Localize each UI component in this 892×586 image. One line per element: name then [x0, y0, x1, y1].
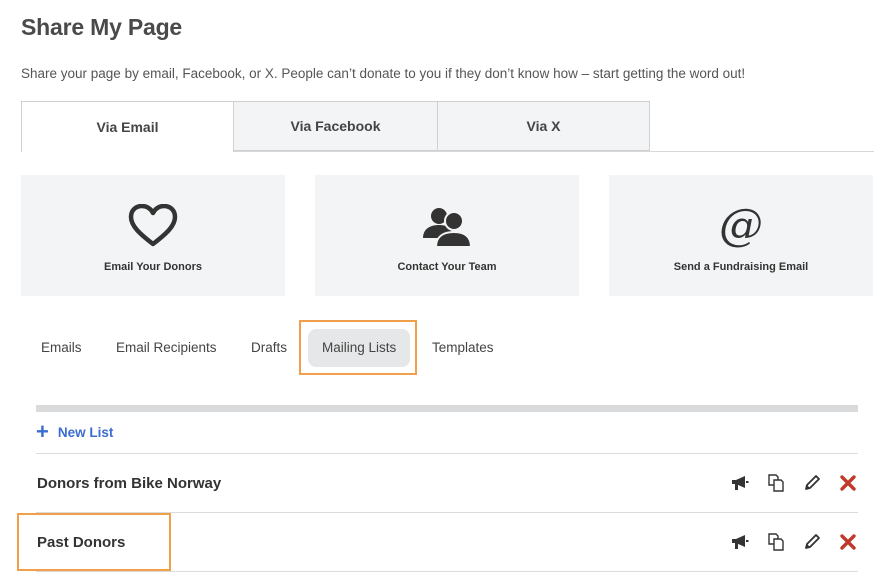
- team-icon: [315, 201, 579, 251]
- at-sign-icon: @: [719, 200, 763, 251]
- edit-pencil-icon[interactable]: [802, 473, 822, 493]
- send-fundraising-email-card[interactable]: @ Send a Fundraising Email: [609, 175, 873, 296]
- row-actions: [714, 473, 858, 493]
- tab-via-facebook[interactable]: Via Facebook: [233, 101, 438, 151]
- row-actions: [714, 532, 858, 552]
- contact-your-team-card[interactable]: Contact Your Team: [315, 175, 579, 296]
- subtab-emails[interactable]: Emails: [41, 340, 82, 355]
- card-label: Send a Fundraising Email: [673, 261, 809, 273]
- divider: [36, 571, 858, 572]
- edit-pencil-icon[interactable]: [802, 532, 822, 552]
- list-header-bar: [36, 405, 858, 412]
- list-item: Donors from Bike Norway: [36, 454, 858, 512]
- megaphone-icon[interactable]: [730, 473, 750, 493]
- tabs-baseline: [233, 151, 874, 152]
- page-subtitle: Share your page by email, Facebook, or X…: [21, 66, 746, 81]
- new-list-button[interactable]: + New List: [36, 419, 114, 444]
- heart-icon: [21, 201, 285, 251]
- card-label: Contact Your Team: [397, 261, 497, 273]
- subtab-email-recipients[interactable]: Email Recipients: [116, 340, 217, 355]
- megaphone-icon[interactable]: [730, 532, 750, 552]
- tab-via-email[interactable]: Via Email: [21, 101, 234, 152]
- plus-icon: +: [36, 419, 49, 444]
- delete-icon[interactable]: [838, 473, 858, 493]
- card-label: Email Your Donors: [103, 261, 202, 273]
- copy-icon[interactable]: [766, 473, 786, 493]
- page-title: Share My Page: [21, 14, 183, 40]
- copy-icon[interactable]: [766, 532, 786, 552]
- delete-icon[interactable]: [838, 532, 858, 552]
- new-list-label: New List: [57, 424, 114, 440]
- subtab-templates[interactable]: Templates: [432, 340, 494, 355]
- tab-via-x[interactable]: Via X: [437, 101, 650, 151]
- mailing-lists-highlight: [299, 320, 417, 375]
- subtab-drafts[interactable]: Drafts: [251, 340, 287, 355]
- list-name[interactable]: Donors from Bike Norway: [37, 475, 221, 492]
- share-tabs: Via Email Via Facebook Via X: [21, 101, 874, 152]
- email-your-donors-card[interactable]: Email Your Donors: [21, 175, 285, 296]
- past-donors-highlight: [17, 513, 171, 571]
